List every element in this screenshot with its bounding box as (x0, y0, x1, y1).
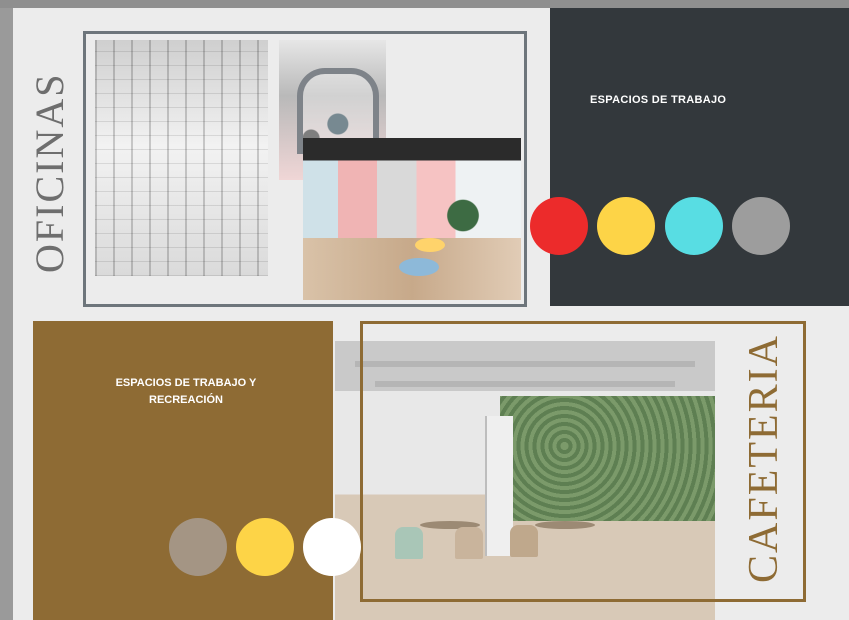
swatch-yellow (597, 197, 655, 255)
oficinas-caption-panel: ESPACIOS DE TRABAJO (550, 8, 849, 306)
cafeteria-caption-panel: ESPACIOS DE TRABAJO Y RECREACIÓN (33, 321, 333, 620)
swatch-cyan (665, 197, 723, 255)
swatch-red (530, 197, 588, 255)
cafeteria-caption: ESPACIOS DE TRABAJO Y RECREACIÓN (115, 377, 257, 406)
swatch-yellow-2 (236, 518, 294, 576)
oficinas-title: OFICINAS (27, 72, 72, 274)
swatch-white (303, 518, 361, 576)
moodboard: OFICINAS ESPACIOS DE TRABAJO ESPACIOS DE… (13, 8, 849, 620)
oficinas-caption: ESPACIOS DE TRABAJO (590, 94, 727, 106)
swatch-gray (732, 197, 790, 255)
top-bar (0, 0, 849, 8)
office-lounge-photo (303, 138, 521, 300)
office-sketch-photo (95, 40, 268, 276)
swatch-taupe (169, 518, 227, 576)
cafeteria-title: CAFETERIA (741, 334, 787, 583)
